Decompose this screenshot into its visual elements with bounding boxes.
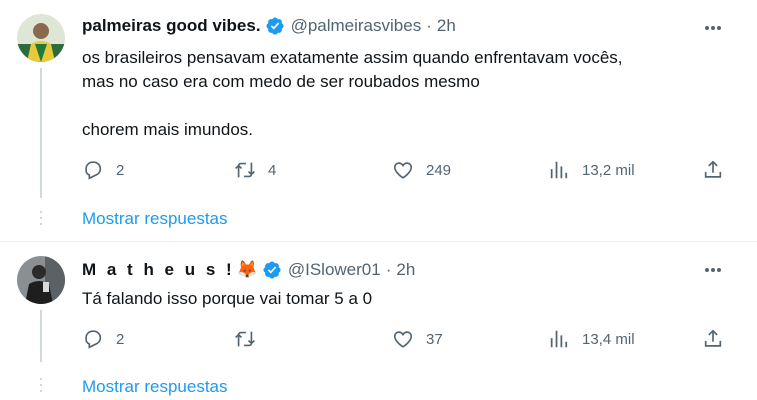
action-bar: 2 37 13,4 mil [82,328,732,352]
tweet-2[interactable]: M a t h e u s ! 🦊 @ISlower01 · 2h Tá fal… [0,242,757,400]
verified-badge-icon [263,261,281,279]
verified-badge-icon [266,17,284,35]
reply-icon [85,330,102,349]
share-icon [704,329,722,347]
views-button[interactable]: 13,4 mil [548,328,635,350]
tweet-text: Tá falando isso porque vai tomar 5 a 0 [82,289,373,308]
more-icon[interactable] [698,260,728,280]
retweet-button[interactable] [234,328,268,350]
reply-button[interactable]: 2 [82,159,124,181]
share-button[interactable] [702,159,724,181]
views-count: 13,4 mil [582,330,635,348]
views-icon [550,161,568,179]
like-button[interactable]: 37 [392,328,443,350]
avatar[interactable] [17,256,65,304]
reply-icon [85,161,102,180]
author-handle[interactable]: @ISlower01 [288,260,381,280]
tweet-text-line: os brasileiros pensavam exatamente assim… [82,48,623,67]
tweet-text-line: mas no caso era com medo de ser roubados… [82,72,480,91]
like-icon [393,331,413,348]
author-handle[interactable]: @palmeirasvibes [291,16,422,36]
timestamp[interactable]: 2h [437,16,456,36]
like-count: 249 [426,161,452,179]
reply-count: 2 [116,161,125,179]
reply-count: 2 [116,330,125,348]
tweet-1[interactable]: palmeiras good vibes. @palmeirasvibes · … [0,0,757,240]
author-name[interactable]: M a t h e u s ! [82,260,235,280]
retweet-count: 4 [268,161,277,179]
retweet-button[interactable]: 4 [234,159,276,181]
retweet-icon [235,162,255,178]
thread-line [40,68,42,198]
fox-emoji: 🦊 [236,260,258,279]
show-replies-link[interactable]: Mostrar respuestas [82,377,228,397]
separator: · [426,16,432,35]
tweet-header: palmeiras good vibes. @palmeirasvibes · … [82,16,456,36]
like-button[interactable]: 249 [392,159,451,181]
retweet-icon [235,331,255,347]
more-icon[interactable] [698,18,728,38]
show-replies-link[interactable]: Mostrar respuestas [82,209,228,229]
tweet-text-line: chorem mais imundos. [82,120,254,139]
like-icon [393,162,413,179]
views-icon [550,330,568,348]
like-count: 37 [426,330,443,348]
tweet-header: M a t h e u s ! 🦊 @ISlower01 · 2h [82,260,415,280]
thread-dots [40,378,42,396]
thread-dots [40,211,42,229]
share-icon [704,160,722,178]
share-button[interactable] [702,328,724,350]
action-bar: 2 4 249 13,2 mil [82,159,732,183]
views-button[interactable]: 13,2 mil [548,159,635,181]
author-name[interactable]: palmeiras good vibes. [82,16,261,36]
timestamp[interactable]: 2h [396,260,415,280]
avatar[interactable] [17,14,65,62]
separator: · [385,260,392,279]
thread-line [40,310,42,362]
views-count: 13,2 mil [582,161,635,179]
reply-button[interactable]: 2 [82,328,124,350]
